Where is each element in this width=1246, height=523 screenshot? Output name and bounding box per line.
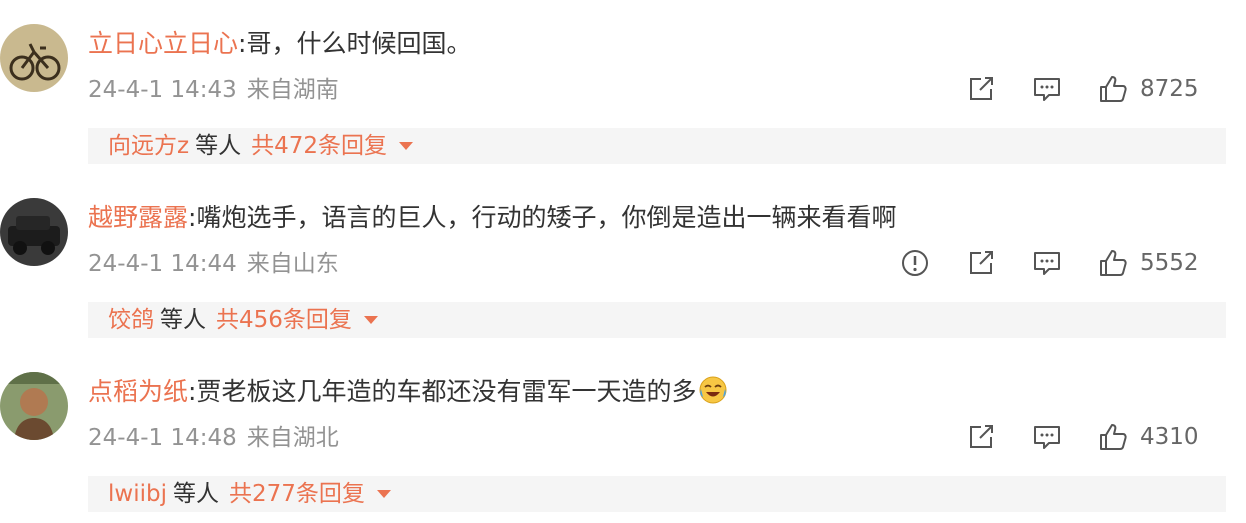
like-icon[interactable] [1098, 248, 1128, 278]
reply-summary[interactable]: 向远方z 等人 共472条回复 [88, 128, 1226, 164]
comment-text-line: 点稻为纸:贾老板这几年造的车都还没有雷军一天造的多 [88, 374, 728, 410]
comment-text-line: 立日心立日心:哥，什么时候回国。 [88, 26, 471, 62]
comment-text: 嘴炮选手，语言的巨人，行动的矮子，你倒是造出一辆来看看啊 [196, 203, 897, 232]
like-count: 4310 [1140, 424, 1199, 450]
reply-others-label: 等人 [195, 133, 242, 159]
comment-text: 贾老板这几年造的车都还没有雷军一天造的多 [196, 377, 697, 406]
reply-user[interactable]: 向远方z [108, 133, 189, 159]
reply-user[interactable]: 饺鸽 [108, 307, 154, 333]
like-count: 5552 [1140, 250, 1199, 276]
reply-count-link[interactable]: 共472条回复 [251, 133, 387, 159]
comment-text-line: 越野露露:嘴炮选手，语言的巨人，行动的矮子，你倒是造出一辆来看看啊 [88, 200, 896, 236]
comment-icon[interactable] [1032, 248, 1062, 278]
comment-meta: 24-4-1 14:48 来自湖北 [88, 423, 339, 453]
avatar[interactable] [0, 198, 68, 266]
comment-meta: 24-4-1 14:44 来自山东 [88, 249, 339, 279]
chevron-down-icon[interactable] [376, 490, 391, 498]
comment-meta: 24-4-1 14:43 来自湖南 [88, 75, 339, 105]
comment-text: 哥，什么时候回国。 [246, 29, 472, 58]
location: 来自湖北 [246, 425, 339, 451]
share-icon[interactable] [966, 248, 996, 278]
timestamp: 24-4-1 14:48 [88, 425, 237, 451]
comment-item: 立日心立日心:哥，什么时候回国。 24-4-1 14:43 来自湖南 8725 向… [0, 0, 1246, 175]
reply-others-label: 等人 [160, 307, 206, 333]
avatar[interactable] [0, 24, 68, 92]
username[interactable]: 立日心立日心 [88, 29, 238, 58]
share-icon[interactable] [966, 74, 996, 104]
action-bar: 5552 [864, 246, 1199, 280]
like-count: 8725 [1140, 76, 1199, 102]
location: 来自山东 [246, 251, 339, 277]
comment-icon[interactable] [1032, 74, 1062, 104]
comment-item: 越野露露:嘴炮选手，语言的巨人，行动的矮子，你倒是造出一辆来看看啊 24-4-1… [0, 174, 1246, 349]
reply-count-link[interactable]: 共277条回复 [229, 481, 365, 507]
report-icon[interactable] [900, 248, 930, 278]
avatar[interactable] [0, 372, 68, 440]
reply-summary[interactable]: lwiibj 等人 共277条回复 [88, 476, 1226, 512]
timestamp: 24-4-1 14:43 [88, 77, 237, 103]
reply-others-label: 等人 [172, 481, 219, 507]
comment-item: 点稻为纸:贾老板这几年造的车都还没有雷军一天造的多 24-4-1 14:48 来自… [0, 348, 1246, 523]
timestamp: 24-4-1 14:44 [88, 251, 237, 277]
action-bar: 8725 [930, 72, 1199, 106]
location: 来自湖南 [246, 77, 339, 103]
action-bar: 4310 [930, 420, 1199, 454]
reply-summary[interactable]: 饺鸽 等人 共456条回复 [88, 302, 1226, 338]
username[interactable]: 越野露露 [88, 203, 188, 232]
reply-count-link[interactable]: 共456条回复 [216, 307, 352, 333]
laugh-cry-emoji-icon [698, 375, 728, 405]
like-icon[interactable] [1098, 74, 1128, 104]
share-icon[interactable] [966, 422, 996, 452]
chevron-down-icon[interactable] [398, 142, 413, 150]
chevron-down-icon[interactable] [363, 316, 378, 324]
username[interactable]: 点稻为纸 [88, 377, 188, 406]
like-icon[interactable] [1098, 422, 1128, 452]
comment-icon[interactable] [1032, 422, 1062, 452]
reply-user[interactable]: lwiibj [108, 481, 167, 507]
